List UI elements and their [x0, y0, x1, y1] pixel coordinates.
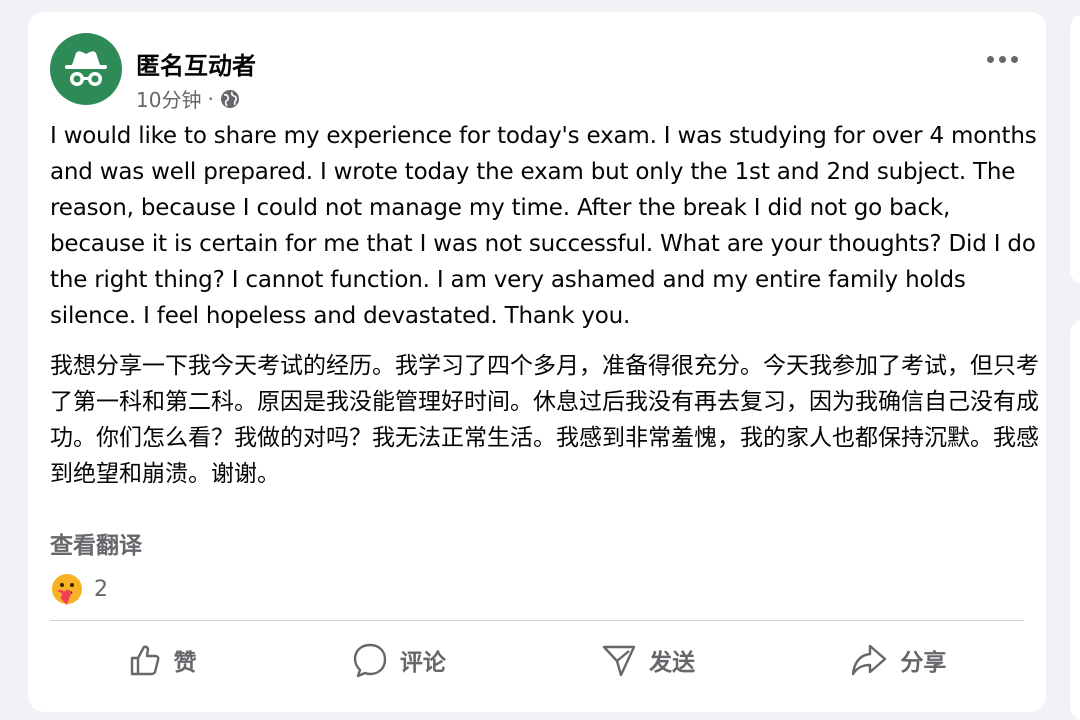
post-time[interactable]: 10分钟 — [136, 84, 201, 113]
comment-button[interactable]: 评论 — [352, 642, 446, 678]
dot-icon — [987, 56, 994, 63]
like-label: 赞 — [173, 650, 197, 676]
post-card: 匿名互动者 10分钟 · I would like to share my ex… — [28, 12, 1046, 712]
share-button[interactable]: 分享 — [850, 642, 946, 678]
post-text-english: I would like to share my experience for … — [50, 123, 1044, 329]
comment-bubble-icon — [353, 643, 387, 678]
see-translation-link[interactable]: 查看翻译 — [50, 526, 142, 560]
send-label: 发送 — [649, 650, 696, 676]
share-arrow-icon — [852, 644, 887, 676]
thumbs-up-icon — [130, 645, 160, 676]
reaction-count: 2 — [94, 576, 108, 602]
incognito-icon — [65, 51, 107, 86]
dot-icon — [999, 56, 1006, 63]
post-meta: 10分钟 · — [136, 84, 240, 113]
send-icon — [602, 645, 636, 677]
more-options-button[interactable] — [987, 56, 1018, 63]
care-reaction-icon — [52, 574, 82, 605]
like-button[interactable]: 赞 — [128, 643, 197, 677]
anonymous-avatar[interactable] — [50, 33, 122, 105]
actions-divider — [50, 620, 1024, 621]
author-name[interactable]: 匿名互动者 — [136, 46, 256, 81]
reaction-summary[interactable]: 2 — [50, 572, 108, 606]
post-text-chinese: 我想分享一下我今天考试的经历。我学习了四个多月，准备得很充分。今天我参加了考试，… — [50, 353, 1039, 487]
post-actions-bar: 赞 评论 发送 分享 — [50, 630, 1024, 690]
globe-icon[interactable] — [220, 89, 240, 109]
meta-separator: · — [207, 86, 214, 111]
share-label: 分享 — [900, 650, 947, 676]
adjacent-card — [1070, 320, 1080, 720]
comment-label: 评论 — [399, 650, 446, 676]
adjacent-card — [1070, 14, 1080, 284]
dot-icon — [1011, 56, 1018, 63]
send-button[interactable]: 发送 — [601, 642, 695, 678]
